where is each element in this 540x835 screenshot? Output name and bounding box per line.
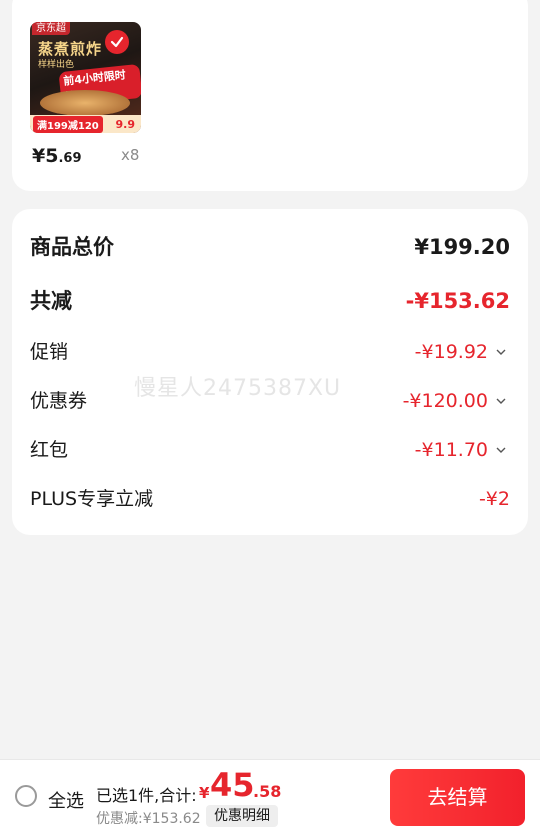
- item-price: ¥5.69: [32, 145, 82, 167]
- red-packet-value: -¥11.70: [414, 439, 488, 461]
- chevron-down-icon: [496, 398, 506, 404]
- red-packet-label: 红包: [30, 439, 69, 461]
- item-quantity: x8: [121, 146, 140, 164]
- total-row: 商品总价 ¥199.20: [30, 232, 510, 262]
- selected-count-text: 已选1件,合计:: [96, 786, 197, 805]
- total-symbol: ¥: [199, 784, 210, 802]
- select-all-label[interactable]: 全选: [48, 787, 84, 813]
- coupon-label: 优惠券: [30, 390, 88, 412]
- promotion-label: 促销: [30, 341, 69, 363]
- plus-label: PLUS专享立减: [30, 488, 154, 510]
- chevron-down-icon: [496, 349, 506, 355]
- reduction-value: -¥153.62: [405, 289, 510, 313]
- selected-check-icon[interactable]: [105, 30, 129, 54]
- select-all-radio[interactable]: [15, 785, 37, 807]
- price-decimal: .69: [58, 151, 82, 166]
- total-decimal: .58: [253, 782, 282, 801]
- coupon-tag: 满199减120: [33, 115, 103, 133]
- checkout-button[interactable]: 去结算: [390, 769, 525, 826]
- price-summary-card: 商品总价 ¥199.20 共减 -¥153.62 促销 -¥19.92 优惠券 …: [12, 209, 528, 535]
- coupon-bar: 满199减120 9.9: [30, 115, 141, 133]
- price-integer: 5: [45, 145, 59, 167]
- summary-item-red-packet[interactable]: 红包 -¥11.70: [30, 435, 510, 465]
- chevron-down-icon: [496, 447, 506, 453]
- promotion-value: -¥19.92: [414, 341, 488, 363]
- product-subtitle: 样样出色: [38, 60, 75, 70]
- reduction-label: 共减: [30, 289, 72, 313]
- summary-item-coupon[interactable]: 优惠券 -¥120.00: [30, 386, 510, 416]
- coupon-value: -¥120.00: [402, 390, 488, 412]
- checkout-bar: 全选 已选1件,合计: ¥ 45 .58 优惠减:¥153.62 优惠明细 去结…: [0, 759, 540, 835]
- discount-text: 优惠减:¥153.62: [96, 811, 201, 827]
- reduction-row: 共减 -¥153.62: [30, 286, 510, 316]
- coupon-price: 9.9: [115, 117, 136, 131]
- price-symbol: ¥: [32, 145, 46, 167]
- summary-item-plus: PLUS专享立减 -¥2: [30, 484, 510, 514]
- discount-detail-button[interactable]: 优惠明细: [206, 805, 278, 827]
- brand-tag: 京东超: [32, 22, 70, 35]
- total-integer: 45: [210, 766, 255, 804]
- total-value: ¥199.20: [414, 235, 510, 259]
- plus-value: -¥2: [478, 488, 510, 510]
- product-headline: 蒸煮煎炸: [38, 40, 103, 58]
- food-illustration: [40, 90, 130, 116]
- summary-item-promotion[interactable]: 促销 -¥19.92: [30, 337, 510, 367]
- total-label: 商品总价: [30, 235, 114, 259]
